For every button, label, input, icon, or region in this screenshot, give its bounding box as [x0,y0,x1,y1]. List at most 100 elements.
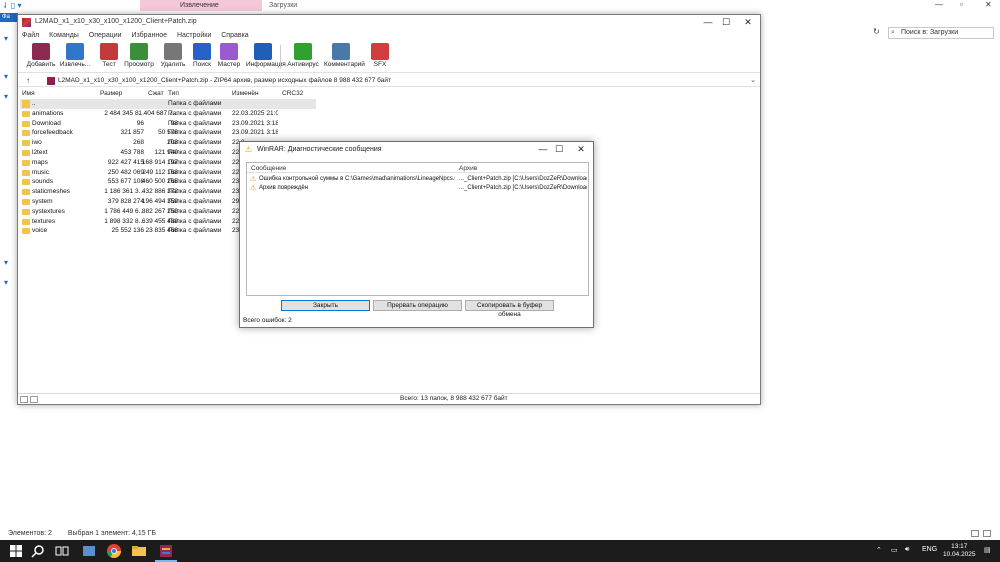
cell-type: Папка с файлами [168,168,222,176]
winrar-title-bar[interactable]: L2MAD_x1_x10_x30_x100_x1200_Client+Patch… [18,15,760,31]
explorer-status-bar: Элементов: 2 Выбран 1 элемент: 4,15 ГБ [0,528,1000,540]
menu-help[interactable]: Справка [221,32,248,39]
tray-chevron-icon[interactable]: ⌃ [876,546,882,554]
error-count: Всего ошибок: 2 [243,317,292,324]
toolbar-button-extract-folder[interactable]: Извлечь... [58,43,92,71]
status-item-count: Элементов: 2 [8,530,52,537]
table-row[interactable]: .. Папка с файлами [20,99,316,109]
ribbon-file-tab[interactable]: Фа [0,13,18,22]
menu-settings[interactable]: Настройки [177,32,211,39]
abort-operation-button[interactable]: Прервать операцию [373,300,462,311]
archive-icon [47,77,55,85]
folder-icon [22,120,30,127]
refresh-icon[interactable]: ↻ [873,27,880,36]
explorer-title-bar: ⇃ ▯ ▾ Извлечение Загрузки — ▫ ✕ [0,0,1000,12]
search-placeholder: Поиск в: Загрузки [901,29,959,36]
toolbar-button-comment[interactable]: Комментарий [324,43,365,71]
nav-pin-icon: ▾ [4,92,9,101]
task-view-icon[interactable] [54,543,70,559]
message-text: Ошибка контрольной суммы в C:\Games\mad\… [259,176,455,182]
chrome-icon[interactable] [106,543,122,559]
toolbar-button-info[interactable]: Информация [246,43,286,71]
folder-icon [22,169,30,176]
explorer-maximize-icon[interactable]: ▫ [960,0,963,9]
copy-to-clipboard-button[interactable]: Скопировать в буфер обмена [465,300,554,318]
cell-name: forcefeedback [32,129,73,137]
info-icon [254,43,272,60]
notifications-icon[interactable]: ▤ [984,546,991,554]
ribbon-contextual-tab-downloads: Загрузки [269,2,298,9]
cell-type: Папка с файлами [168,149,222,156]
column-crc32[interactable]: CRC32 [282,90,303,97]
folder-icon [22,189,30,196]
column-name[interactable]: Имя [22,90,35,97]
toolbar-button-view-book[interactable]: Просмотр [122,43,156,71]
table-row[interactable]: Download 96 93 Папка с файлами 23.09.2021 3:… [20,119,316,129]
dialog-title-bar[interactable]: ⚠ WinRAR: Диагностические сообщения — ☐ … [240,142,593,158]
volume-icon[interactable]: 🔊︎ [905,546,909,554]
message-row[interactable]: ⚠ Ошибка контрольной суммы в C:\Games\ma… [247,175,588,184]
cell-type: Папка с файлами [168,119,222,127]
toolbar-button-antivirus[interactable]: Антивирус [286,43,320,71]
tiles-view-icon[interactable] [983,530,991,537]
windows-start-icon[interactable] [8,543,24,559]
column-archive[interactable]: Архив [459,165,477,172]
ribbon-contextual-tab-extract[interactable]: Извлечение [140,0,262,11]
explorer-search-input[interactable]: ⌕ Поиск в: Загрузки [888,27,994,39]
quick-access-toolbar-icon[interactable]: ⇃ ▯ ▾ [2,1,22,10]
dialog-close-button[interactable]: ✕ [571,143,591,156]
explorer-close-icon[interactable]: ✕ [985,0,992,9]
cell-name: animations [32,109,64,117]
app-icon[interactable] [81,543,97,559]
winrar-maximize-button[interactable]: ☐ [716,16,736,29]
message-row[interactable]: ⚠ Архив повреждён ..._Client+Patch.zip [… [247,184,588,193]
comment-icon [332,43,350,60]
cell-name: iwo [32,139,42,147]
column-modified[interactable]: Изменён [232,90,259,97]
column-size[interactable]: Размер [100,90,122,97]
cell-name: voice [32,227,48,235]
table-row[interactable]: forcefeedback 321 857 50 576 Папка с файлам… [20,128,316,138]
network-icon[interactable]: ▭ [891,546,898,554]
cell-name: l2text [32,149,48,156]
winrar-close-button[interactable]: ✕ [738,16,758,29]
cell-modified: 23.09.2021 3:18 [232,129,278,137]
menu-file[interactable]: Файл [22,32,39,39]
language-indicator[interactable]: ENG [922,546,937,553]
file-explorer-icon[interactable] [131,543,147,559]
column-packed[interactable]: Сжат [148,90,164,97]
toolbar-button-test[interactable]: Тест [92,43,126,71]
toolbar-button-add-archive[interactable]: Добавить [24,43,58,71]
toolbar-button-wizard-wand[interactable]: Мастер [212,43,246,71]
cell-type: Папка с файлами [168,217,222,225]
winrar-minimize-button[interactable]: — [698,16,718,29]
menu-commands[interactable]: Команды [49,32,79,39]
cell-name: system [32,198,53,205]
folder-icon [22,199,30,205]
cell-type: Папка с файлами [168,188,222,196]
toolbar-button-label: Добавить [26,61,56,68]
drive-icon[interactable] [20,396,28,403]
table-row[interactable]: animations 2 484 345 8... 1 404 687 7... Па… [20,109,316,119]
toolbar-button-sfx-books[interactable]: SFX [363,43,397,71]
column-type[interactable]: Тип [168,90,179,97]
address-dropdown-icon[interactable]: ⌄ [750,76,756,84]
lock-icon[interactable] [30,396,38,403]
details-view-icon[interactable] [971,530,979,537]
dialog-maximize-button[interactable]: ☐ [549,143,569,156]
warning-icon: ⚠ [245,145,253,154]
winrar-taskbar-icon[interactable] [158,543,174,559]
nav-pin-icon: ▾ [4,34,9,43]
menu-operations[interactable]: Операции [89,32,122,39]
cell-name: staticmeshes [32,188,70,196]
message-text: Архив повреждён [259,185,309,191]
explorer-minimize-icon[interactable]: — [935,0,943,9]
search-icon[interactable] [30,543,46,559]
close-button[interactable]: Закрыть [281,300,370,311]
system-clock[interactable]: 13:17 10.04.2025 [943,543,976,559]
column-message[interactable]: Сообщение [251,165,286,172]
nav-pin-icon: ▾ [4,72,9,81]
winrar-menu-bar: Файл Команды Операции Избранное Настройк… [18,31,760,41]
menu-favorites[interactable]: Избранное [132,32,167,39]
up-arrow-icon[interactable]: ↑ [26,76,30,85]
